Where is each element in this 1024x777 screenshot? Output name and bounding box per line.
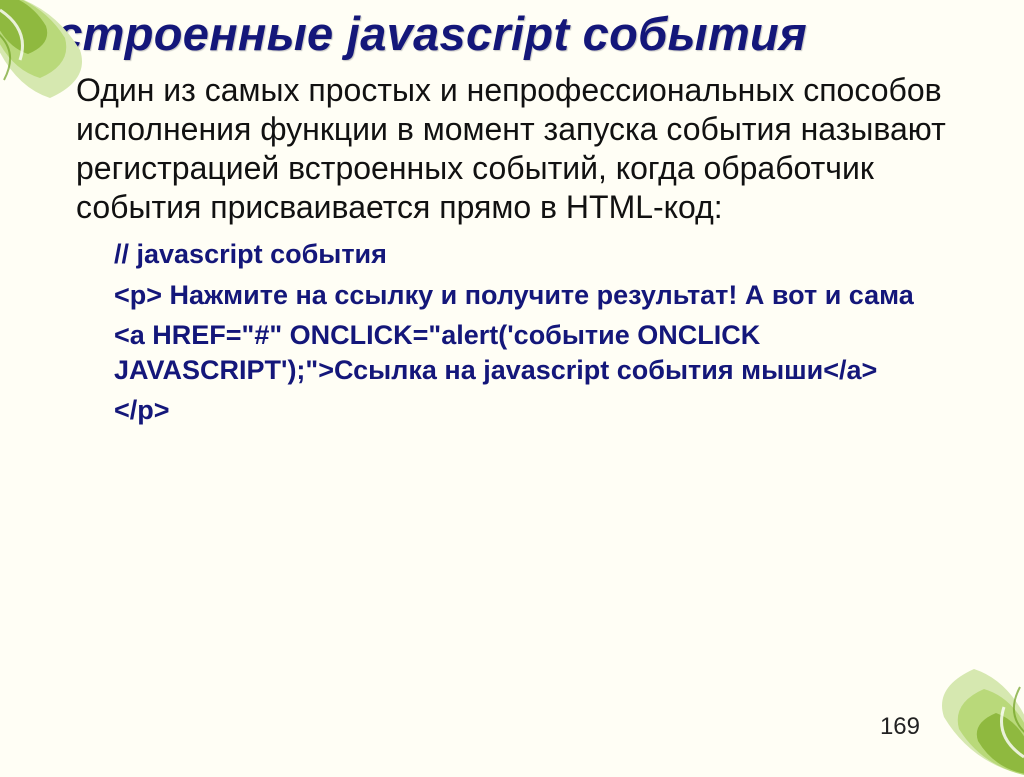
code-example: // javascript события <p> Нажмите на ссы… — [114, 237, 984, 428]
bullet-dot-icon — [46, 86, 56, 96]
code-line-2: <p> Нажмите на ссылку и получите результ… — [114, 278, 984, 313]
slide-content: Один из самых простых и непрофессиональн… — [0, 65, 1024, 428]
slide-title: Встроенные javascript события — [0, 0, 1024, 65]
main-paragraph: Один из самых простых и непрофессиональн… — [76, 71, 984, 227]
bullet-item: Один из самых простых и непрофессиональн… — [42, 71, 984, 227]
decor-bottom-right — [914, 667, 1024, 777]
page-number: 169 — [880, 713, 920, 741]
code-line-4: </p> — [114, 393, 984, 428]
code-line-1: // javascript события — [114, 237, 984, 272]
code-line-3: <a HREF="#" ONCLICK="alert('событие ONCL… — [114, 318, 984, 387]
